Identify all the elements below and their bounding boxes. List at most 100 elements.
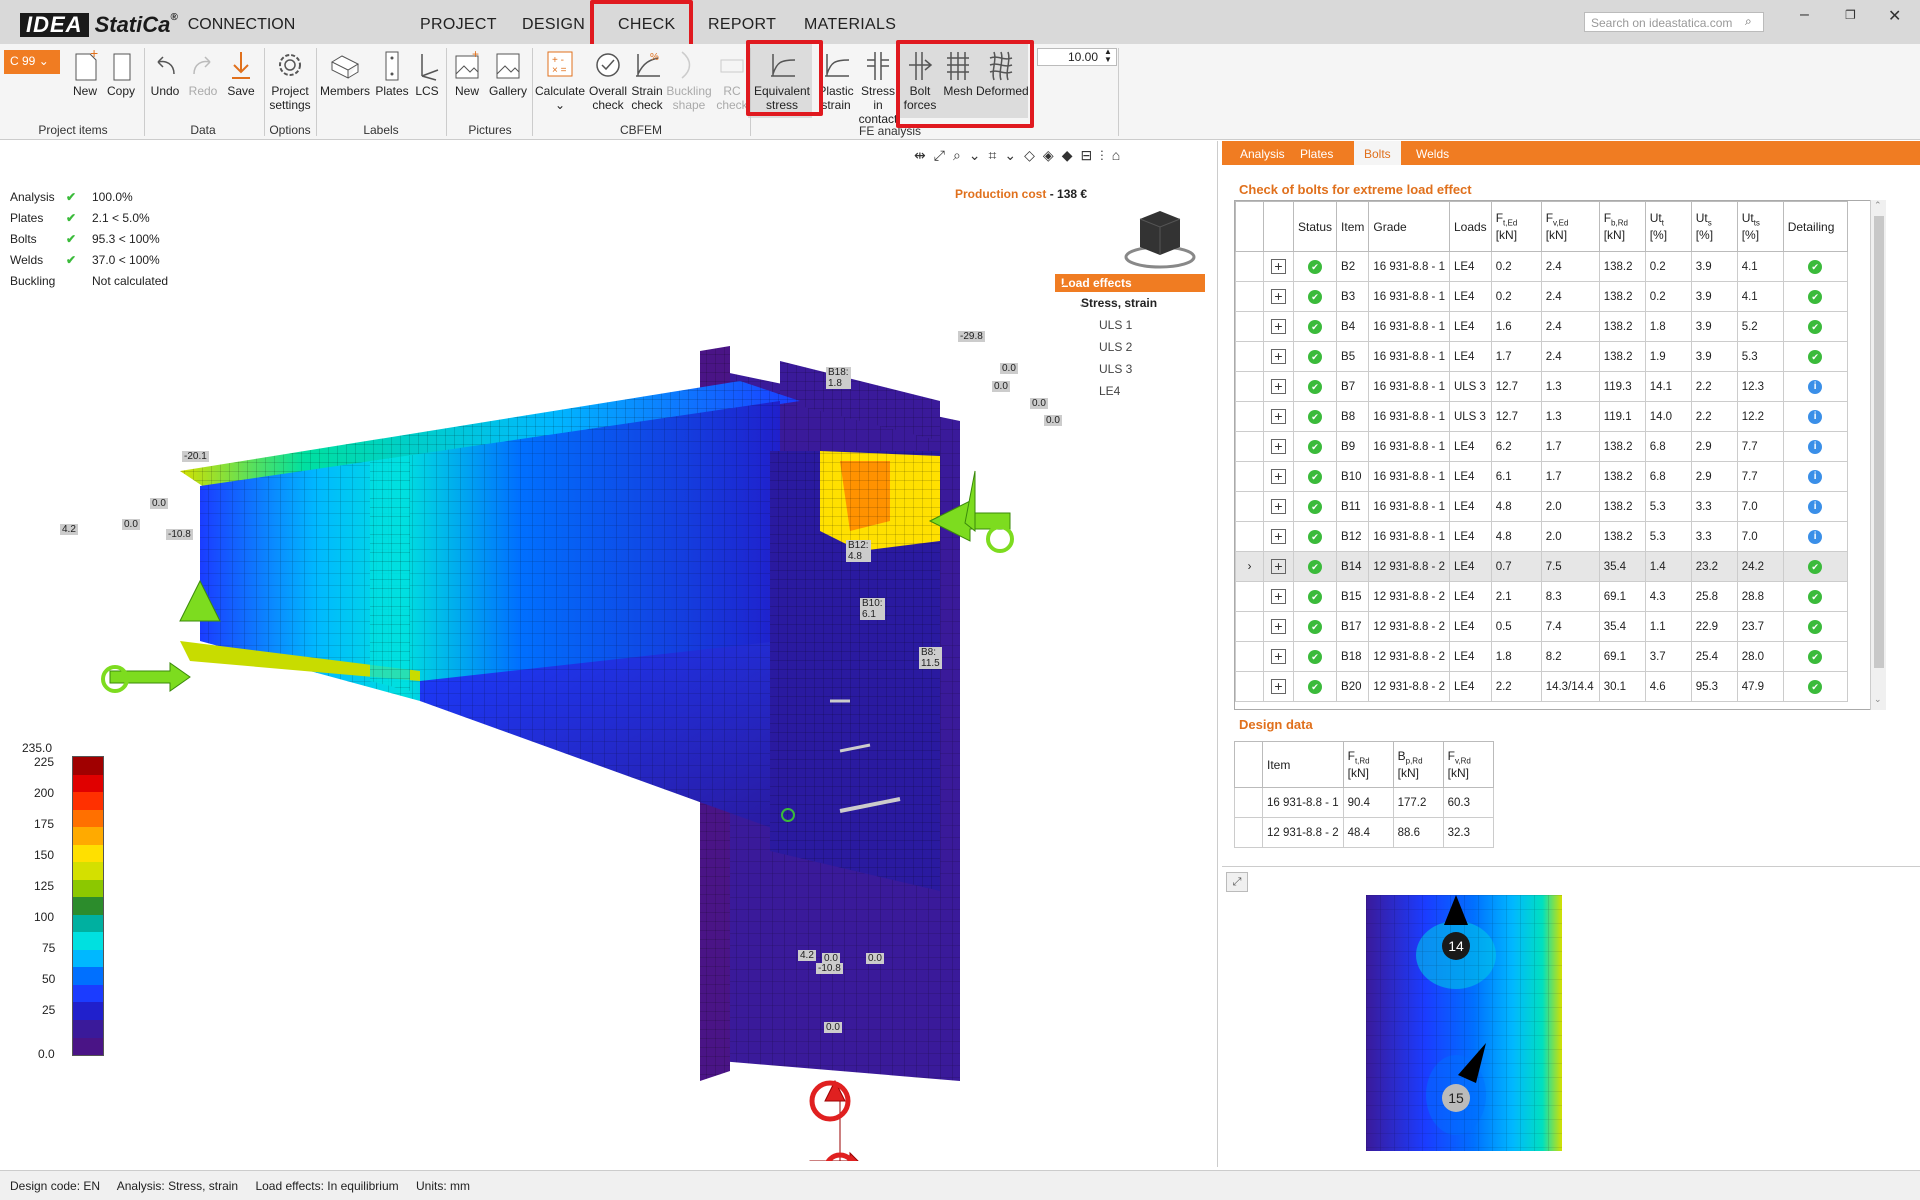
col-fv-ed[interactable]: Fv,Ed [kN] <box>1540 201 1600 252</box>
expand-row-button[interactable]: + <box>1271 499 1286 514</box>
tab-analysis[interactable]: Analysis <box>1230 141 1295 165</box>
detailing-info-icon[interactable]: i <box>1808 379 1823 394</box>
tab-design[interactable]: DESIGN <box>522 16 585 34</box>
plastic-strain-button[interactable]: Plastic strain <box>816 48 856 112</box>
navigation-cube-icon[interactable] <box>1120 201 1200 271</box>
deformed-button[interactable]: Deformed <box>976 48 1029 98</box>
undo-button[interactable]: Undo <box>148 48 182 98</box>
plates-button[interactable]: Plates <box>374 48 410 98</box>
tab-bolts[interactable]: Bolts <box>1354 141 1401 165</box>
table-row[interactable]: + ✔ B3 16 931-8.8 - 1 LE4 0.2 2.4 138.2 0.2 3.9 4.… <box>1235 281 1848 312</box>
save-button[interactable]: Save <box>224 48 258 98</box>
col-detailing[interactable]: Detailing <box>1782 201 1848 252</box>
expand-row-button[interactable]: + <box>1271 439 1286 454</box>
col-status[interactable]: Status <box>1292 201 1338 252</box>
table-row[interactable]: + ✔ B4 16 931-8.8 - 1 LE4 1.6 2.4 138.2 1.8 3.9 5.… <box>1235 311 1848 342</box>
buckling-shape-button[interactable]: Buckling shape <box>666 48 712 112</box>
detailing-ok-icon[interactable]: ✔ <box>1808 319 1823 334</box>
plate-detail-render[interactable]: 14 15 <box>1366 895 1562 1151</box>
detailing-ok-icon[interactable]: ✔ <box>1808 679 1823 694</box>
new-picture-button[interactable]: + New <box>450 48 484 98</box>
measure-icon[interactable]: ⇹ <box>914 147 934 163</box>
load-effects-header[interactable]: Load effects <box>1055 274 1205 292</box>
search-icon[interactable]: ⌕ <box>1745 14 1752 29</box>
table-row[interactable]: + ✔ B15 12 931-8.8 - 2 LE4 2.1 8.3 69.1 4.3 25.8 2… <box>1235 581 1848 612</box>
chevron-down-icon[interactable]: ⌄ <box>969 147 989 163</box>
copy-button[interactable]: Copy <box>104 48 138 98</box>
table-row[interactable]: + ✔ B11 16 931-8.8 - 1 LE4 4.8 2.0 138.2 5.3 3.3 7… <box>1235 491 1848 522</box>
scrollbar-thumb[interactable] <box>1874 216 1884 668</box>
tree-item-le4[interactable]: LE4 <box>1055 380 1205 402</box>
calculate-button[interactable]: + - × = Calculate ⌄ <box>534 48 586 112</box>
col-ut-ts[interactable]: Utts [%] <box>1736 201 1784 252</box>
table-row[interactable]: + ✔ B12 16 931-8.8 - 1 LE4 4.8 2.0 138.2 5.3 3.3 7… <box>1235 521 1848 552</box>
rc-check-button[interactable]: RC check <box>716 48 748 112</box>
detailing-ok-icon[interactable]: ✔ <box>1808 289 1823 304</box>
expand-row-button[interactable]: + <box>1271 319 1286 334</box>
equivalent-stress-button[interactable]: Equivalent stress <box>752 48 812 112</box>
scroll-up-icon[interactable]: ⌃ <box>1874 200 1882 211</box>
expand-row-button[interactable]: + <box>1271 289 1286 304</box>
detailing-info-icon[interactable]: i <box>1808 469 1823 484</box>
transparent-icon[interactable]: ◈ <box>1043 147 1062 163</box>
fe-model-render[interactable] <box>40 201 1040 1161</box>
strain-check-button[interactable]: % Strain check <box>628 48 666 112</box>
detailing-ok-icon[interactable]: ✔ <box>1808 349 1823 364</box>
spinner-icon[interactable]: ▲ ▼ <box>1104 48 1112 64</box>
table-row[interactable]: + ✔ B7 16 931-8.8 - 1 ULS 3 12.7 1.3 119.3 14.1 2… <box>1235 371 1848 402</box>
col-fb-rd[interactable]: Fb,Rd [kN] <box>1598 201 1646 252</box>
table-row[interactable]: + ✔ B5 16 931-8.8 - 1 LE4 1.7 2.4 138.2 1.9 3.9 5.… <box>1235 341 1848 372</box>
connection-selector[interactable]: C 99 ⌄ <box>4 50 60 74</box>
tree-item-uls1[interactable]: ULS 1 <box>1055 314 1205 336</box>
scroll-down-icon[interactable]: ⌄ <box>1874 694 1882 705</box>
detailing-info-icon[interactable]: i <box>1808 409 1823 424</box>
tab-check[interactable]: CHECK <box>618 16 676 34</box>
detailing-ok-icon[interactable]: ✔ <box>1808 589 1823 604</box>
expand-row-button[interactable]: + <box>1271 259 1286 274</box>
table-row[interactable]: + ✔ B8 16 931-8.8 - 1 ULS 3 12.7 1.3 119.1 14.0 2… <box>1235 401 1848 432</box>
col-ut-s[interactable]: Uts [%] <box>1690 201 1738 252</box>
close-button[interactable]: ✕ <box>1888 6 1901 26</box>
table-scrollbar[interactable]: ⌃ ⌄ <box>1870 200 1886 710</box>
bolt-forces-button[interactable]: Bolt forces <box>902 48 938 112</box>
detailing-ok-icon[interactable]: ✔ <box>1808 259 1823 274</box>
col-loads[interactable]: Loads <box>1448 201 1492 252</box>
expand-row-button[interactable]: + <box>1271 559 1286 574</box>
expand-row-button[interactable]: + <box>1271 409 1286 424</box>
members-button[interactable]: Members <box>320 48 370 98</box>
tab-project[interactable]: PROJECT <box>420 16 497 34</box>
chevron-down-icon[interactable]: ⌄ <box>1078 299 1086 310</box>
table-row[interactable]: + ✔ B9 16 931-8.8 - 1 LE4 6.2 1.7 138.2 6.8 2.9 7.… <box>1235 431 1848 462</box>
detailing-ok-icon[interactable]: ✔ <box>1808 649 1823 664</box>
table-row[interactable]: + ✔ B20 12 931-8.8 - 2 LE4 2.2 14.3/14.4 30.1 4.… <box>1235 671 1848 702</box>
expand-row-button[interactable]: + <box>1271 649 1286 664</box>
lcs-button[interactable]: LCS <box>412 48 442 98</box>
maximize-button[interactable]: ❐ <box>1845 8 1856 22</box>
table-row[interactable]: + ✔ B18 12 931-8.8 - 2 LE4 1.8 8.2 69.1 3.7 25.4 2… <box>1235 641 1848 672</box>
tab-report[interactable]: REPORT <box>708 16 776 34</box>
stress-in-contact-button[interactable]: Stress in contact <box>856 48 900 126</box>
tree-item-uls3[interactable]: ULS 3 <box>1055 358 1205 380</box>
col-ft-ed[interactable]: Ft,Ed [kN] <box>1490 201 1542 252</box>
cut-icon[interactable]: ⌗ <box>989 147 1005 163</box>
detailing-ok-icon[interactable]: ✔ <box>1808 559 1823 574</box>
tab-materials[interactable]: MATERIALS <box>804 16 896 34</box>
expand-row-button[interactable]: + <box>1271 619 1286 634</box>
detailing-info-icon[interactable]: i <box>1808 499 1823 514</box>
view-toolbar[interactable]: ⇹⤢⌕⌄⌗⌄◇◈◆⊟⫶⌂ <box>914 147 1128 164</box>
col-ut-t[interactable]: Utt [%] <box>1644 201 1692 252</box>
tab-welds[interactable]: Welds <box>1406 141 1459 165</box>
mesh-button[interactable]: Mesh <box>940 48 976 98</box>
solid-icon[interactable]: ◆ <box>1062 147 1081 163</box>
zoom-icon[interactable]: ⌕ <box>953 147 969 163</box>
wireframe-icon[interactable]: ◇ <box>1024 147 1043 163</box>
gallery-button[interactable]: Gallery <box>486 48 530 98</box>
expand-row-button[interactable]: + <box>1271 589 1286 604</box>
expand-row-button[interactable]: + <box>1271 349 1286 364</box>
new-button[interactable]: + New <box>68 48 102 98</box>
detailing-ok-icon[interactable]: ✔ <box>1808 619 1823 634</box>
project-settings-button[interactable]: Project settings <box>268 48 312 112</box>
minimize-button[interactable]: – <box>1800 6 1809 24</box>
mirror-icon[interactable]: ⫶ <box>1100 147 1112 163</box>
home-icon[interactable]: ⌂ <box>1112 147 1128 163</box>
